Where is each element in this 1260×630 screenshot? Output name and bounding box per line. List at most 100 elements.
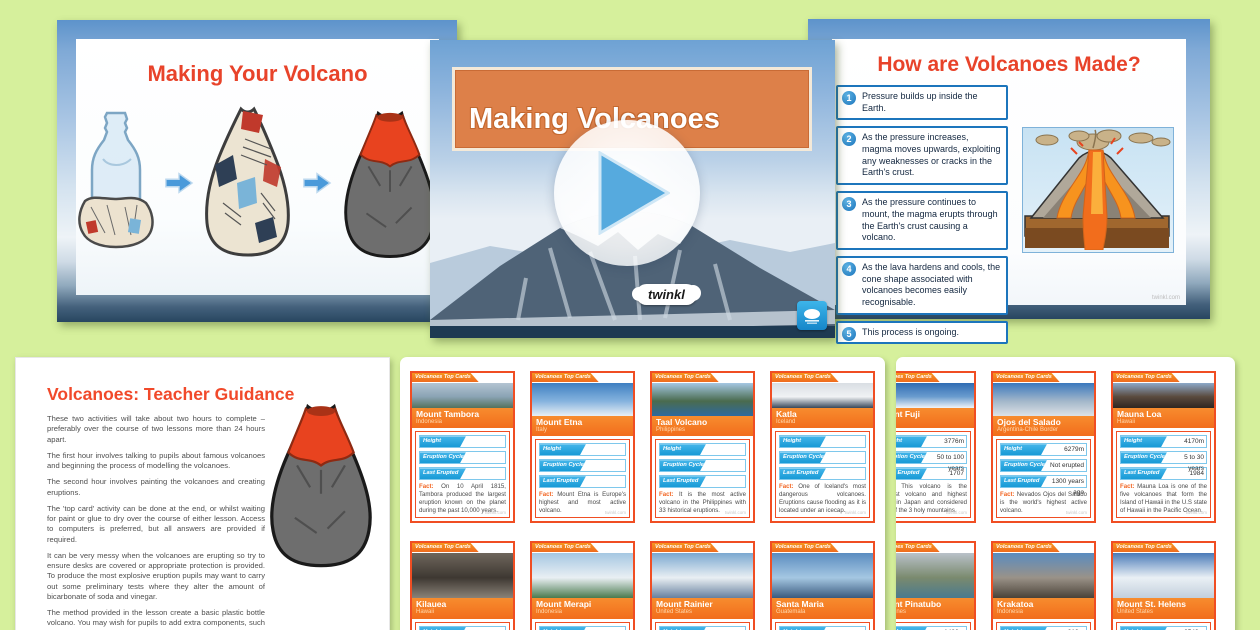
play-button[interactable] bbox=[554, 120, 700, 266]
stat-label: Last Erupted bbox=[1121, 468, 1167, 479]
card-stats: Height Eruption Cycle Last Erupted twink… bbox=[535, 622, 630, 630]
volcano-photo bbox=[993, 552, 1094, 598]
stat-label: Height bbox=[780, 436, 826, 447]
stat-row: Height bbox=[659, 626, 746, 630]
step-number-badge: 1 bbox=[842, 91, 856, 105]
stat-label: Eruption Cycle bbox=[1001, 460, 1047, 471]
volcano-name: Mauna Loa bbox=[1117, 410, 1210, 419]
stat-row: Eruption Cycle Not erupted bbox=[1000, 459, 1087, 472]
guidance-paragraph: The second hour involves painting the vo… bbox=[47, 477, 265, 498]
card-stats: Height 6279m Eruption Cycle Not erupted … bbox=[996, 439, 1091, 518]
stat-row: Height bbox=[419, 435, 506, 448]
twinkl-watermark: twinkl.com bbox=[1186, 510, 1207, 515]
teacher-guidance-document: Volcanoes: Teacher Guidance These two ac… bbox=[15, 357, 390, 630]
volcano-name: Taal Volcano bbox=[656, 418, 749, 427]
stat-row: Height bbox=[659, 443, 746, 456]
step-text: This process is ongoing. bbox=[862, 327, 1001, 339]
process-step: 1 Pressure builds up inside the Earth. bbox=[836, 85, 1008, 120]
guidance-paragraph: These two activities will take about two… bbox=[47, 414, 265, 445]
card-name-banner: Katla Iceland bbox=[772, 408, 873, 429]
stat-label: Last Erupted bbox=[896, 468, 927, 479]
card-badge: Volcanoes Top Cards bbox=[1113, 373, 1180, 382]
volcano-photo bbox=[652, 552, 753, 598]
volcano-top-card: Volcanoes Top Cards Santa Maria Guatemal… bbox=[770, 541, 875, 630]
volcano-photo bbox=[772, 382, 873, 408]
stat-label: Height bbox=[896, 436, 927, 447]
stat-value: Not erupted bbox=[1047, 460, 1086, 471]
stat-label: Height bbox=[420, 436, 466, 447]
stat-value bbox=[706, 460, 745, 471]
volcano-photo bbox=[532, 552, 633, 598]
card-name-banner: Santa Maria Guatemala bbox=[772, 598, 873, 619]
stat-label: Height bbox=[660, 444, 706, 455]
card-stats: Height Eruption Cycle Last Erupted twink… bbox=[655, 622, 750, 630]
papier-mache-volcano-illustration bbox=[203, 105, 293, 261]
stat-row: Eruption Cycle bbox=[659, 459, 746, 472]
volcano-country: Philippines bbox=[896, 609, 970, 616]
volcano-photo bbox=[412, 552, 513, 598]
stat-row: Last Erupted bbox=[539, 475, 626, 488]
volcano-country: Guatemala bbox=[776, 609, 869, 616]
stat-value bbox=[706, 476, 745, 487]
volcano-photo bbox=[772, 552, 873, 598]
card-badge: Volcanoes Top Cards bbox=[412, 373, 479, 382]
card-name-banner: Mount Etna Italy bbox=[532, 416, 633, 437]
card-badge: Volcanoes Top Cards bbox=[772, 543, 839, 552]
volcano-top-card: Volcanoes Top Cards Mount Tambora Indone… bbox=[410, 371, 515, 523]
volcano-top-card: Volcanoes Top Cards Mount Pinatubo Phili… bbox=[896, 541, 976, 630]
card-name-banner: Mount Tambora Indonesia bbox=[412, 408, 513, 429]
card-badge: Volcanoes Top Cards bbox=[772, 373, 839, 382]
stat-value bbox=[826, 436, 865, 447]
volcano-country: Indonesia bbox=[997, 609, 1090, 616]
stat-row: Height bbox=[779, 626, 866, 630]
twinkl-watermark: twinkl.com bbox=[605, 510, 626, 515]
volcano-photo bbox=[896, 382, 974, 408]
resource-preview-canvas: Making Your Volcano bbox=[0, 0, 1260, 630]
plastic-bottle-illustration bbox=[77, 109, 155, 257]
arrow-right-icon bbox=[302, 171, 332, 195]
volcano-name: Santa Maria bbox=[776, 600, 869, 609]
guidance-paragraph: The first hour involves talking to pupil… bbox=[47, 451, 265, 472]
stat-row: Last Erupted 1984 bbox=[1120, 467, 1207, 480]
volcano-name: Mount Rainier bbox=[656, 600, 749, 609]
card-stats: Height 1486m Eruption Cycle Last Erupted… bbox=[896, 622, 971, 630]
volcano-top-card: Volcanoes Top Cards Katla Iceland Height… bbox=[770, 371, 875, 523]
volcano-top-card: Volcanoes Top Cards Krakatoa Indonesia H… bbox=[991, 541, 1096, 630]
stat-value bbox=[586, 444, 625, 455]
volcano-photo bbox=[412, 382, 513, 408]
volcano-country: Indonesia bbox=[536, 609, 629, 616]
guidance-paragraph: The method provided in the lesson create… bbox=[47, 608, 265, 630]
stat-value: 5 to 30 years bbox=[1167, 452, 1206, 463]
process-step: 5 This process is ongoing. bbox=[836, 321, 1008, 345]
card-badge: Volcanoes Top Cards bbox=[896, 543, 940, 552]
stat-row: Height bbox=[539, 443, 626, 456]
top-cards-page-2: Volcanoes Top Cards Mount Fuji Japan Hei… bbox=[896, 357, 1235, 630]
volcano-name: Ojos del Salado bbox=[997, 418, 1090, 427]
card-name-banner: Mount Fuji Japan bbox=[896, 408, 974, 429]
stat-row: Height 2549m bbox=[1120, 626, 1207, 630]
volcano-cross-section-diagram bbox=[1022, 127, 1174, 253]
guidance-paragraph: The 'top card' activity can be done at t… bbox=[47, 504, 265, 545]
volcano-name: Mount St. Helens bbox=[1117, 600, 1210, 609]
cards-grid: Volcanoes Top Cards Mount Fuji Japan Hei… bbox=[896, 357, 1235, 630]
stat-label: Last Erupted bbox=[780, 468, 826, 479]
stat-row: Height bbox=[419, 626, 506, 630]
card-badge: Volcanoes Top Cards bbox=[652, 373, 719, 382]
stat-row: Eruption Cycle 5 to 30 years bbox=[1120, 451, 1207, 464]
stat-row: Height bbox=[779, 435, 866, 448]
volcano-steps-illustrations bbox=[76, 105, 439, 261]
guidance-paragraph: It can be very messy when the volcanoes … bbox=[47, 551, 265, 602]
volcano-country: Iceland bbox=[776, 419, 869, 426]
stat-value bbox=[586, 460, 625, 471]
stat-label: Eruption Cycle bbox=[660, 460, 706, 471]
stat-value: 1300 years ago bbox=[1047, 476, 1086, 487]
stat-label: Last Erupted bbox=[1001, 476, 1047, 487]
stat-row: Eruption Cycle bbox=[539, 459, 626, 472]
card-badge: Volcanoes Top Cards bbox=[412, 543, 479, 552]
step-number-badge: 5 bbox=[842, 327, 856, 341]
stat-label: Eruption Cycle bbox=[1121, 452, 1167, 463]
card-stats: Height Eruption Cycle Last Erupted Fact:… bbox=[775, 431, 870, 518]
volcano-photo bbox=[993, 382, 1094, 416]
volcano-name: Mount Pinatubo bbox=[896, 600, 970, 609]
card-name-banner: Mauna Loa Hawaii bbox=[1113, 408, 1214, 429]
